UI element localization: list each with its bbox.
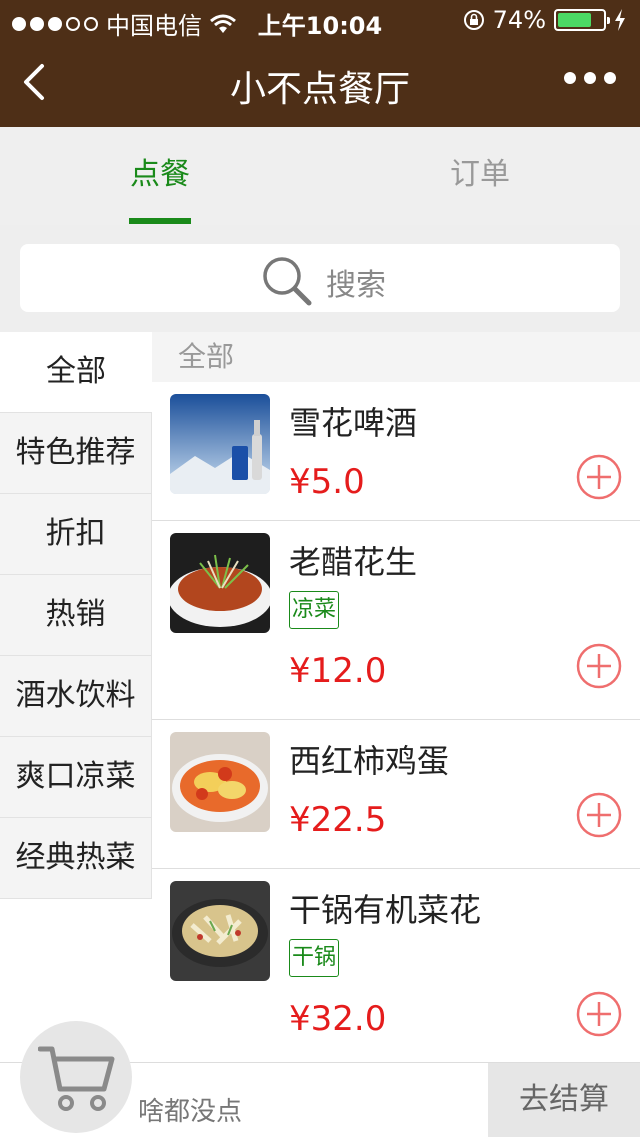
menu-item[interactable]: 雪花啤酒 ¥5.0	[152, 382, 640, 521]
top-tabs: 点餐 订单	[0, 127, 640, 225]
item-tag: 凉菜	[289, 591, 340, 629]
category-cold-dishes[interactable]: 爽口凉菜	[0, 737, 152, 818]
category-all[interactable]: 全部	[0, 332, 152, 413]
menu-item[interactable]: 西红柿鸡蛋 ¥22.5	[152, 720, 640, 869]
cart-button[interactable]	[20, 1021, 132, 1133]
tab-order-food[interactable]: 点餐	[0, 127, 320, 225]
category-featured[interactable]: 特色推荐	[0, 413, 152, 494]
battery-percent: 74%	[492, 6, 546, 34]
menu-item[interactable]: 老醋花生 凉菜 ¥12.0	[152, 521, 640, 720]
active-tab-indicator	[129, 218, 191, 224]
status-bar: 中国电信 上午10:04 74%	[0, 0, 640, 40]
item-name: 雪花啤酒	[289, 404, 418, 442]
tab-orders[interactable]: 订单	[320, 127, 640, 225]
nav-bar: 小不点餐厅	[0, 40, 640, 127]
add-icon[interactable]	[576, 643, 622, 689]
search-icon	[263, 257, 312, 306]
more-menu-icon[interactable]	[564, 72, 616, 84]
item-name: 西红柿鸡蛋	[289, 742, 450, 780]
search-placeholder: 搜索	[326, 268, 386, 303]
item-price: ¥12.0	[289, 651, 387, 691]
add-icon[interactable]	[576, 454, 622, 500]
add-icon[interactable]	[576, 991, 622, 1037]
shopping-cart-icon	[38, 1046, 115, 1111]
item-price: ¥22.5	[289, 800, 387, 840]
menu-list: 全部 雪花啤酒 ¥5.0 老醋花生 凉菜 ¥12.0 西红柿鸡蛋 ¥22.5 干…	[152, 332, 640, 1059]
charging-icon	[615, 9, 625, 31]
item-price: ¥32.0	[289, 999, 387, 1039]
category-drinks[interactable]: 酒水饮料	[0, 656, 152, 737]
beer-photo	[170, 394, 270, 494]
cart-bar: 啥都没点 去结算	[0, 1021, 640, 1137]
page-title: 小不点餐厅	[229, 69, 410, 110]
category-discount[interactable]: 折扣	[0, 494, 152, 575]
add-icon[interactable]	[576, 792, 622, 838]
menu-item[interactable]: 干锅有机菜花 干锅 ¥32.0	[152, 869, 640, 1059]
category-hot-sales[interactable]: 热销	[0, 575, 152, 656]
item-tag: 干锅	[289, 939, 340, 977]
app-header: 中国电信 上午10:04 74% 小不点餐厅	[0, 0, 640, 127]
peanuts-photo	[170, 533, 270, 633]
battery-icon	[554, 9, 610, 31]
cart-empty-text: 啥都没点	[138, 1097, 243, 1127]
tomato-egg-photo	[170, 732, 270, 832]
category-sidebar: 全部 特色推荐 折扣 热销 酒水饮料 爽口凉菜 经典热菜	[0, 332, 152, 899]
orientation-lock-icon	[463, 10, 484, 30]
item-price: ¥5.0	[289, 462, 365, 502]
item-name: 老醋花生	[289, 543, 418, 581]
item-name: 干锅有机菜花	[289, 891, 482, 929]
checkout-button[interactable]: 去结算	[488, 1063, 640, 1137]
cauliflower-photo	[170, 881, 270, 981]
section-header: 全部	[152, 332, 640, 382]
category-hot-dishes[interactable]: 经典热菜	[0, 818, 152, 899]
search-input[interactable]: 搜索	[20, 244, 620, 312]
